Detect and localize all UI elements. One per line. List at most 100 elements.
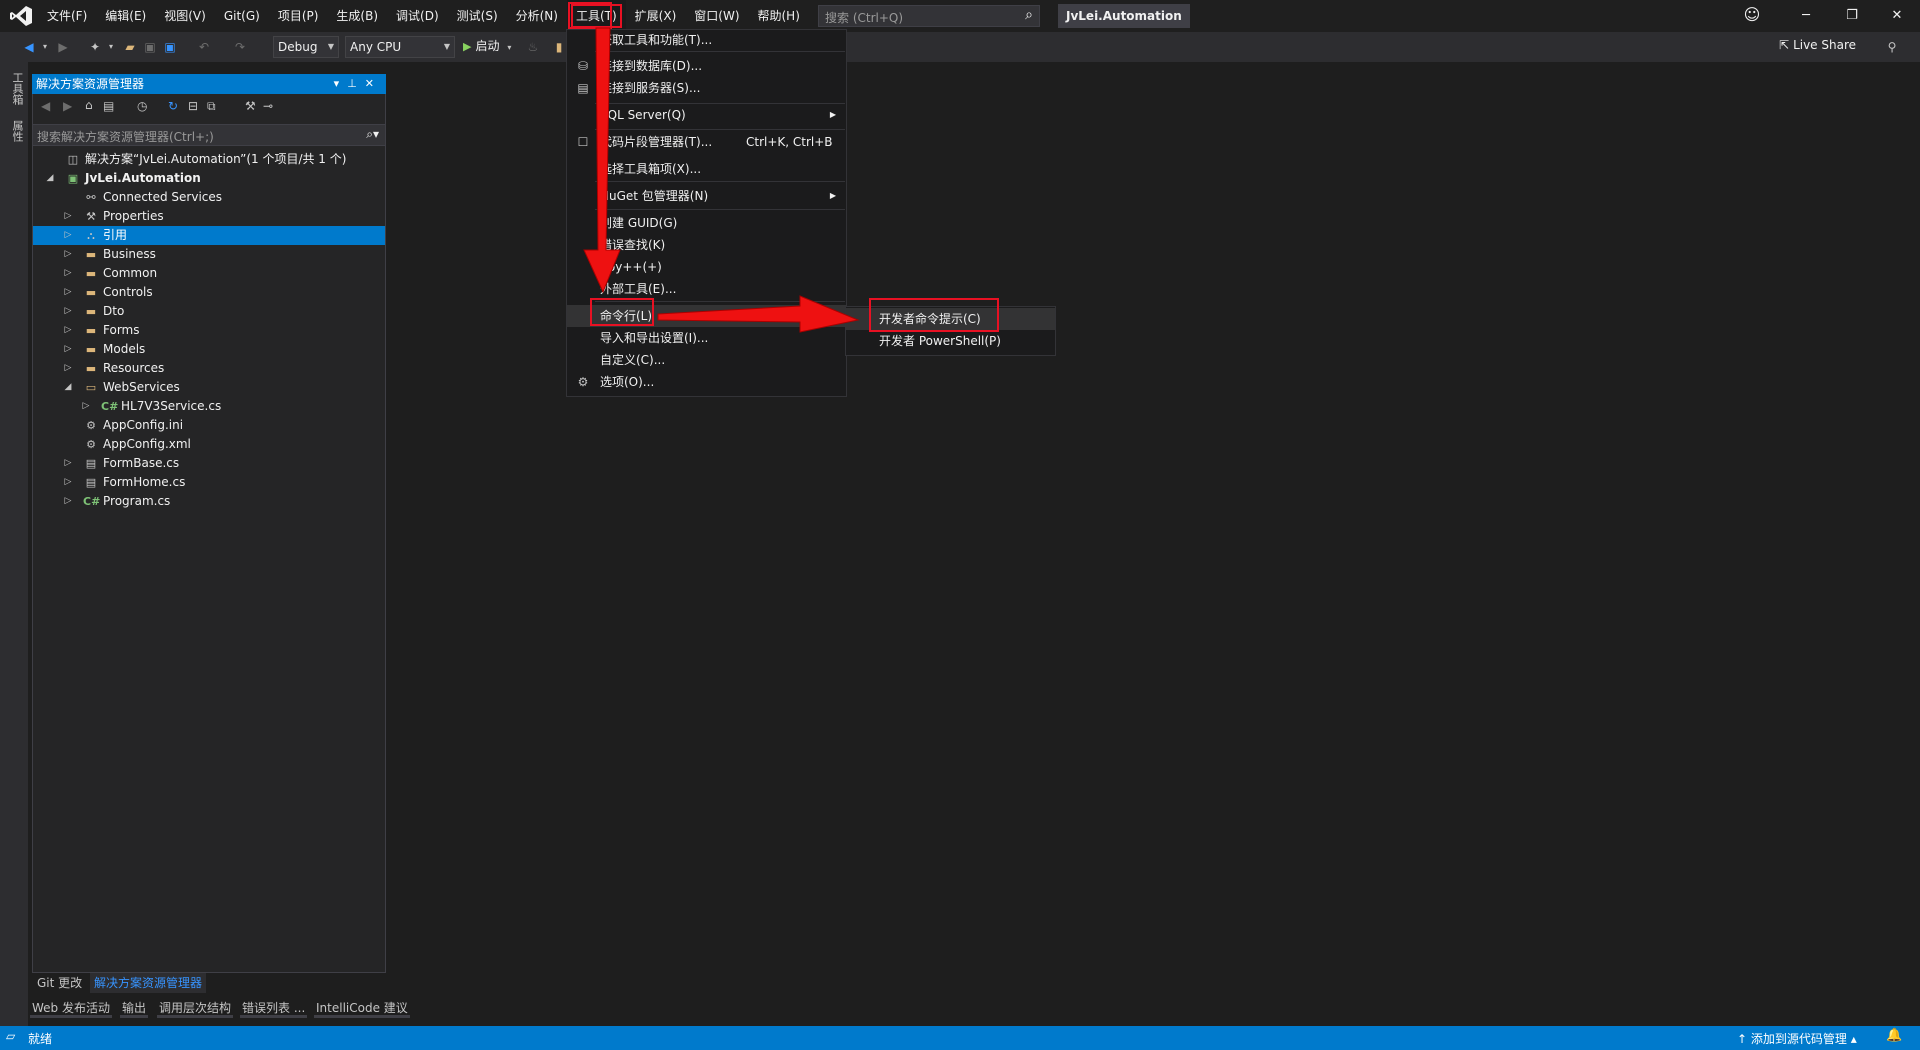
menu-extensions[interactable]: 扩展(X) bbox=[626, 0, 686, 32]
platform-select[interactable]: Any CPU ▼ bbox=[345, 36, 455, 58]
redo-icon[interactable]: ↷ bbox=[233, 37, 247, 57]
connect-database-item[interactable]: ⛁ 连接到数据库(D)... bbox=[567, 55, 846, 77]
expand-arrow-icon[interactable]: ▷ bbox=[62, 207, 74, 226]
forward-icon[interactable]: ▶ bbox=[63, 99, 72, 113]
save-all-icon[interactable]: ▣ bbox=[162, 37, 178, 57]
bookmark-icon[interactable]: ▮ bbox=[553, 37, 565, 57]
menu-build[interactable]: 生成(B) bbox=[327, 0, 387, 32]
expand-arrow-icon[interactable]: ▷ bbox=[62, 264, 74, 283]
expand-arrow-icon[interactable]: ▷ bbox=[62, 302, 74, 321]
configuration-select[interactable]: Debug ▼ bbox=[273, 36, 339, 58]
tab-solution-explorer[interactable]: 解决方案资源管理器 bbox=[90, 973, 207, 993]
undo-icon[interactable]: ↶ bbox=[197, 37, 211, 57]
tab-intellicode-suggestions[interactable]: IntelliCode 建议 bbox=[314, 998, 410, 1018]
expand-arrow-icon[interactable]: ▷ bbox=[62, 359, 74, 378]
tree-item[interactable]: ▷ ▬ Resources bbox=[33, 359, 385, 378]
expand-arrow-icon[interactable]: ▷ bbox=[80, 397, 92, 416]
customize-item[interactable]: 自定义(C)... bbox=[567, 349, 846, 371]
tab-output[interactable]: 输出 bbox=[120, 998, 149, 1018]
back-icon[interactable]: ◀ bbox=[22, 37, 36, 57]
options-item[interactable]: ⚙ 选项(O)... bbox=[567, 371, 846, 393]
preview-icon[interactable]: ⊸ bbox=[263, 99, 273, 113]
menu-analyze[interactable]: 分析(N) bbox=[507, 0, 567, 32]
menu-help[interactable]: 帮助(H) bbox=[749, 0, 809, 32]
expand-arrow-icon[interactable]: ▷ bbox=[62, 283, 74, 302]
close-window-button[interactable]: ✕ bbox=[1874, 0, 1920, 32]
pending-changes-filter-icon[interactable]: ◷ bbox=[137, 99, 147, 113]
tree-item[interactable]: ▷ C# Program.cs bbox=[33, 492, 385, 511]
back-dropdown-icon[interactable]: ▾ bbox=[40, 37, 50, 57]
tab-web-publish-activity[interactable]: Web 发布活动 bbox=[30, 998, 112, 1018]
sync-icon[interactable]: ↻ bbox=[168, 99, 178, 113]
tree-item[interactable]: ▷ ▬ Business bbox=[33, 245, 385, 264]
menu-project[interactable]: 项目(P) bbox=[269, 0, 328, 32]
tree-item[interactable]: ▷ ▬ Controls bbox=[33, 283, 385, 302]
tree-item[interactable]: ▷ ▤ FormBase.cs bbox=[33, 454, 385, 473]
forward-icon[interactable]: ▶ bbox=[56, 37, 70, 57]
tree-item[interactable]: ⚙ AppConfig.ini bbox=[33, 416, 385, 435]
properties-tab[interactable]: 属性 bbox=[9, 120, 25, 142]
get-tools-features-item[interactable]: 获取工具和功能(T)... bbox=[567, 29, 846, 51]
tree-item[interactable]: ▷ C# HL7V3Service.cs bbox=[33, 397, 385, 416]
save-icon[interactable]: ▣ bbox=[143, 37, 157, 57]
developer-powershell-item[interactable]: 开发者 PowerShell(P) bbox=[846, 330, 1055, 352]
restore-button[interactable]: ❐ bbox=[1829, 0, 1875, 32]
tree-item[interactable]: ▷ ▤ FormHome.cs bbox=[33, 473, 385, 492]
new-project-icon[interactable]: ✦ bbox=[88, 37, 102, 57]
tree-item[interactable]: ▷ ⛬ 引用 bbox=[33, 226, 385, 245]
menu-view[interactable]: 视图(V) bbox=[155, 0, 215, 32]
collapse-arrow-icon[interactable]: ◢ bbox=[44, 169, 56, 188]
code-snippets-manager-item[interactable]: ☐ 代码片段管理器(T)... Ctrl+K, Ctrl+B bbox=[567, 131, 846, 153]
properties-wrench-icon[interactable]: ⚒ bbox=[245, 99, 256, 113]
account-avatar-icon[interactable]: ☺ bbox=[1740, 5, 1764, 27]
solution-explorer-search-input[interactable]: 搜索解决方案资源管理器(Ctrl+;) ⌕▾ bbox=[33, 124, 385, 146]
expand-arrow-icon[interactable]: ▷ bbox=[62, 321, 74, 340]
new-project-dropdown-icon[interactable]: ▾ bbox=[106, 37, 116, 57]
menu-debug[interactable]: 调试(D) bbox=[387, 0, 448, 32]
show-all-files-icon[interactable]: ⧉ bbox=[207, 99, 216, 114]
menu-test[interactable]: 测试(S) bbox=[448, 0, 507, 32]
spy-plus-plus-item[interactable]: Spy++(+) bbox=[567, 256, 846, 278]
close-panel-icon[interactable]: ✕ bbox=[365, 77, 382, 90]
add-to-source-control-button[interactable]: ↑ 添加到源代码管理 ▴ bbox=[1737, 1030, 1857, 1047]
hot-reload-icon[interactable]: ♨ bbox=[526, 37, 540, 57]
tab-call-hierarchy[interactable]: 调用层次结构 bbox=[157, 998, 234, 1018]
choose-toolbox-items-item[interactable]: 选择工具箱项(X)... bbox=[567, 158, 846, 180]
notifications-bell-icon[interactable]: 🔔 bbox=[1886, 1028, 1902, 1043]
sql-server-item[interactable]: SQL Server(Q) ▶ bbox=[567, 104, 846, 126]
pin-icon[interactable]: ⊥ bbox=[347, 77, 365, 90]
menu-file[interactable]: 文件(F) bbox=[38, 0, 96, 32]
start-debugging-button[interactable]: ▶ 启动 ▾ bbox=[463, 37, 511, 54]
back-icon[interactable]: ◀ bbox=[41, 99, 50, 113]
tree-item[interactable]: ▷ ⚒ Properties bbox=[33, 207, 385, 226]
feedback-icon[interactable]: ⚲ bbox=[1884, 37, 1900, 57]
tree-item[interactable]: ⚯ Connected Services bbox=[33, 188, 385, 207]
home-icon[interactable]: ⌂ bbox=[85, 98, 93, 112]
tab-git-changes[interactable]: Git 更改 bbox=[33, 973, 86, 993]
expand-arrow-icon[interactable]: ▷ bbox=[62, 454, 74, 473]
tree-item[interactable]: ▷ ▬ Forms bbox=[33, 321, 385, 340]
tree-item[interactable]: ▷ ▬ Common bbox=[33, 264, 385, 283]
nuget-package-manager-item[interactable]: NuGet 包管理器(N) ▶ bbox=[567, 185, 846, 207]
window-position-dropdown-icon[interactable]: ▾ bbox=[334, 77, 348, 90]
import-export-settings-item[interactable]: 导入和导出设置(I)... bbox=[567, 327, 846, 349]
expand-arrow-icon[interactable]: ▷ bbox=[62, 492, 74, 511]
external-tools-item[interactable]: 外部工具(E)... bbox=[567, 278, 846, 300]
tree-item[interactable]: ◢ ▣ JvLei.Automation bbox=[33, 169, 385, 188]
switch-views-icon[interactable]: ▤ bbox=[103, 99, 114, 113]
minimize-button[interactable]: ─ bbox=[1783, 0, 1829, 32]
global-search-input[interactable]: 搜索 (Ctrl+Q) ⌕ bbox=[818, 5, 1040, 27]
menu-window[interactable]: 窗口(W) bbox=[685, 0, 748, 32]
toolbox-tab[interactable]: 工具箱 bbox=[9, 72, 25, 105]
error-lookup-item[interactable]: 错误查找(K) bbox=[567, 234, 846, 256]
tree-item[interactable]: ◫ 解决方案“JvLei.Automation”(1 个项目/共 1 个) bbox=[33, 150, 385, 169]
expand-arrow-icon[interactable]: ▷ bbox=[62, 245, 74, 264]
tab-error-list[interactable]: 错误列表 ... bbox=[240, 998, 308, 1018]
expand-arrow-icon[interactable]: ▷ bbox=[62, 226, 74, 245]
tree-item[interactable]: ▷ ▬ Dto bbox=[33, 302, 385, 321]
open-file-icon[interactable]: ▰ bbox=[122, 37, 138, 57]
live-share-button[interactable]: ⇱ Live Share bbox=[1779, 38, 1856, 52]
tree-item[interactable]: ◢ ▭ WebServices bbox=[33, 378, 385, 397]
menu-git[interactable]: Git(G) bbox=[215, 0, 269, 32]
tree-item[interactable]: ▷ ▬ Models bbox=[33, 340, 385, 359]
